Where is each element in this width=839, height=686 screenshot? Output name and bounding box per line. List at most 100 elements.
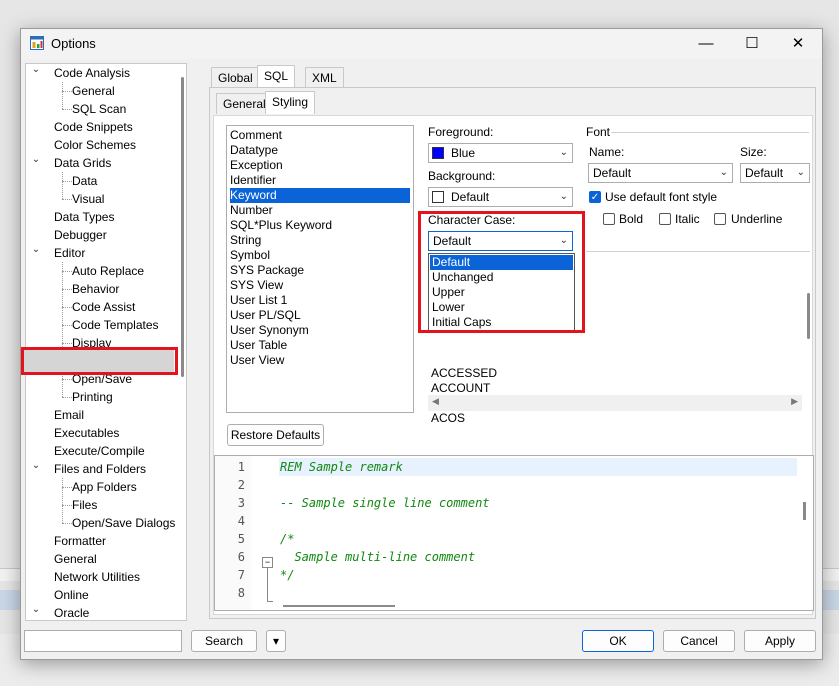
code-line: */: [280, 568, 295, 582]
keyword-scrollbar[interactable]: [807, 293, 810, 339]
cancel-button[interactable]: Cancel: [663, 630, 735, 652]
list-item[interactable]: User Table: [230, 338, 410, 353]
keyword-item[interactable]: ACOS: [431, 411, 465, 426]
chevron-down-icon[interactable]: ⌄: [30, 601, 42, 619]
tree-group-color-schemes[interactable]: Color Schemes: [54, 136, 136, 154]
code-line: -- Sample single line comment: [280, 496, 490, 510]
tree-item-sql-scan[interactable]: SQL Scan: [72, 100, 126, 118]
underline-checkbox[interactable]: [714, 213, 726, 225]
editor-horizontal-scrollbar[interactable]: [283, 605, 395, 607]
background-select[interactable]: Default ⌄: [428, 187, 573, 207]
fold-line-end: [267, 601, 273, 602]
minimize-button[interactable]: —: [683, 29, 729, 59]
style-list[interactable]: Comment Datatype Exception Identifier Keywor…: [226, 125, 414, 413]
list-item[interactable]: String: [230, 233, 410, 248]
tree-guide: [62, 325, 72, 326]
font-name-select[interactable]: Default ⌄: [588, 163, 733, 183]
tree-item-app-folders[interactable]: App Folders: [72, 478, 137, 496]
code-line: REM Sample remark: [280, 460, 403, 474]
tree-item-behavior[interactable]: Behavior: [72, 280, 119, 298]
list-item[interactable]: User View: [230, 353, 410, 368]
tree-guide: [62, 397, 72, 398]
tree-item-code-assist[interactable]: Code Assist: [72, 298, 135, 316]
list-item[interactable]: Comment: [230, 128, 410, 143]
tree-scrollbar[interactable]: [181, 77, 184, 377]
tree-group-editor[interactable]: Editor: [54, 244, 85, 262]
scroll-left-icon[interactable]: ◀: [432, 396, 439, 407]
search-input[interactable]: [24, 630, 182, 652]
chevron-down-icon: ⌄: [796, 167, 805, 178]
list-item[interactable]: Exception: [230, 158, 410, 173]
font-size-select[interactable]: Default ⌄: [740, 163, 810, 183]
chevron-down-icon[interactable]: ⌄: [30, 64, 42, 79]
chevron-down-icon[interactable]: ⌄: [30, 151, 42, 169]
list-item[interactable]: Datatype: [230, 143, 410, 158]
list-item[interactable]: User PL/SQL: [230, 308, 410, 323]
sample-code-editor[interactable]: − 1 REM Sample remark 2 3 -- Sample single l…: [214, 455, 814, 611]
list-item[interactable]: Symbol: [230, 248, 410, 263]
tree-group-execute-compile[interactable]: Execute/Compile: [54, 442, 145, 460]
keyword-item[interactable]: ACCESSED: [431, 366, 497, 381]
maximize-button[interactable]: ☐: [729, 29, 775, 59]
options-dialog: Options — ☐ ✕ ⌄ Code Analysis General SQL S…: [20, 28, 823, 660]
tree-group-oracle[interactable]: Oracle: [54, 604, 89, 620]
close-button[interactable]: ✕: [775, 29, 821, 59]
tree-group-network-utilities[interactable]: Network Utilities: [54, 568, 140, 586]
tree-guide: [62, 343, 72, 344]
tree-item-code-templates[interactable]: Code Templates: [72, 316, 159, 334]
fold-collapse-icon[interactable]: −: [262, 557, 273, 568]
tree-group-debugger[interactable]: Debugger: [54, 226, 107, 244]
tab-sql[interactable]: SQL: [257, 65, 296, 88]
chevron-down-icon[interactable]: ⌄: [30, 457, 42, 475]
tree-group-data-grids[interactable]: Data Grids: [54, 154, 111, 172]
list-item[interactable]: SYS Package: [230, 263, 410, 278]
tree-group-code-analysis[interactable]: Code Analysis: [54, 64, 130, 82]
foreground-select[interactable]: Blue ⌄: [428, 143, 573, 163]
list-item[interactable]: Number: [230, 203, 410, 218]
keyword-item[interactable]: ACCOUNT: [431, 381, 490, 396]
tree-guide: [62, 172, 63, 199]
list-item[interactable]: Identifier: [230, 173, 410, 188]
chevron-down-icon: ⌄: [719, 167, 728, 178]
tab-xml[interactable]: XML: [305, 67, 344, 88]
tree-group-data-types[interactable]: Data Types: [54, 208, 114, 226]
tree-group-code-snippets[interactable]: Code Snippets: [54, 118, 133, 136]
tree-group-online[interactable]: Online: [54, 586, 89, 604]
tree-item-files[interactable]: Files: [72, 496, 97, 514]
tree-item-open-save-dialogs[interactable]: Open/Save Dialogs: [72, 514, 175, 532]
tab-styling[interactable]: Styling: [265, 91, 316, 114]
list-item[interactable]: User List 1: [230, 293, 410, 308]
tree-group-executables[interactable]: Executables: [54, 424, 119, 442]
tree-item-printing[interactable]: Printing: [72, 388, 113, 406]
list-item[interactable]: User Synonym: [230, 323, 410, 338]
tree-guide: [62, 82, 63, 109]
font-size-value: Default: [745, 166, 784, 180]
apply-button[interactable]: Apply: [744, 630, 816, 652]
search-button[interactable]: Search: [191, 630, 257, 652]
search-options-dropdown[interactable]: ▾: [266, 630, 286, 652]
tree-group-formatter[interactable]: Formatter: [54, 532, 106, 550]
options-tree[interactable]: ⌄ Code Analysis General SQL Scan Code Snippe…: [25, 63, 187, 621]
restore-defaults-button[interactable]: Restore Defaults: [227, 424, 324, 446]
editor-scrollbar[interactable]: [803, 502, 806, 520]
tree-item-auto-replace[interactable]: Auto Replace: [72, 262, 144, 280]
font-group-label: Font: [586, 125, 611, 139]
use-default-font-checkbox[interactable]: ✓: [589, 191, 601, 203]
tab-global[interactable]: Global: [211, 67, 260, 88]
list-item[interactable]: SYS View: [230, 278, 410, 293]
bold-checkbox[interactable]: [603, 213, 615, 225]
scroll-right-icon[interactable]: ▶: [791, 396, 798, 407]
tree-group-email[interactable]: Email: [54, 406, 84, 424]
list-item[interactable]: Keyword: [230, 188, 410, 203]
chevron-down-icon[interactable]: ⌄: [30, 241, 42, 259]
tree-item-data[interactable]: Data: [72, 172, 97, 190]
ok-button[interactable]: OK: [582, 630, 654, 652]
list-item[interactable]: SQL*Plus Keyword: [230, 218, 410, 233]
italic-checkbox[interactable]: [659, 213, 671, 225]
keyword-horizontal-scrollbar[interactable]: ◀ ▶: [428, 395, 802, 411]
tree-group-general[interactable]: General: [54, 550, 97, 568]
tree-group-files-and-folders[interactable]: Files and Folders: [54, 460, 146, 478]
chevron-down-icon: ⌄: [559, 191, 568, 202]
tree-item-general[interactable]: General: [72, 82, 115, 100]
tree-item-visual[interactable]: Visual: [72, 190, 104, 208]
